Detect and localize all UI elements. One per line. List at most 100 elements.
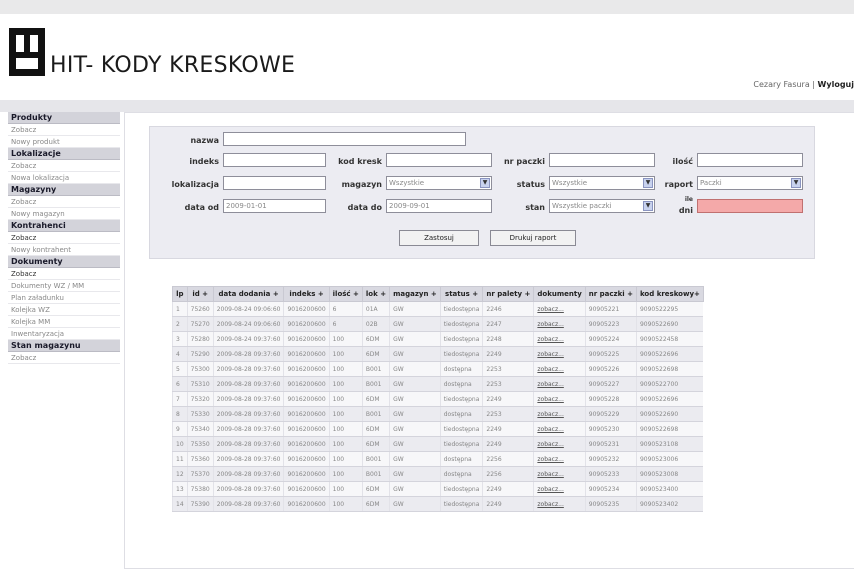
stan-label: stan bbox=[525, 203, 545, 212]
nazwa-input[interactable] bbox=[223, 132, 466, 146]
column-header[interactable]: indeks + bbox=[283, 286, 330, 302]
column-header[interactable]: kod kreskowy+ bbox=[635, 286, 704, 302]
kod-kreskowy-input[interactable] bbox=[386, 153, 492, 167]
column-header[interactable]: id + bbox=[186, 286, 214, 302]
table-cell: 6DM bbox=[361, 391, 390, 407]
sidebar-item[interactable]: Dokumenty WZ / MM bbox=[8, 280, 120, 292]
documents-link[interactable]: zobacz... bbox=[533, 361, 586, 377]
documents-link[interactable]: zobacz... bbox=[533, 436, 586, 452]
sidebar-item[interactable]: Zobacz bbox=[8, 268, 120, 280]
sidebar-section-header: Stan magazynu bbox=[8, 340, 120, 352]
print-report-button[interactable]: Drukuj raport bbox=[490, 230, 576, 246]
table-cell: 6DM bbox=[361, 481, 390, 497]
sidebar-item[interactable]: Inwentaryzacja bbox=[8, 328, 120, 340]
table-cell: 9090523400 bbox=[635, 481, 704, 497]
sidebar-item[interactable]: Zobacz bbox=[8, 196, 120, 208]
sidebar-item[interactable]: Kolejka WZ bbox=[8, 304, 120, 316]
data-do-input[interactable]: 2009-09-01 bbox=[386, 199, 492, 213]
documents-link[interactable]: zobacz... bbox=[533, 376, 586, 392]
documents-link[interactable]: zobacz... bbox=[533, 406, 586, 422]
table-cell: GW bbox=[389, 421, 441, 437]
table-row: 1 75260 2009-08-24 09:06:60 9016200600 6 01A G… bbox=[172, 301, 704, 317]
data-do-label: data do bbox=[347, 203, 382, 212]
lokalizacja-input[interactable] bbox=[223, 176, 326, 190]
status-select[interactable]: Wszystkie ▼ bbox=[549, 176, 655, 190]
documents-link[interactable]: zobacz... bbox=[533, 466, 586, 482]
documents-link[interactable]: zobacz... bbox=[533, 301, 586, 317]
table-cell: 6 bbox=[328, 301, 363, 317]
column-header[interactable]: lp bbox=[172, 286, 188, 302]
table-cell: 75290 bbox=[186, 346, 214, 362]
ilosc-input[interactable] bbox=[697, 153, 803, 167]
chevron-down-icon: ▼ bbox=[643, 201, 653, 211]
indeks-label: indeks bbox=[189, 157, 219, 166]
table-row: 10 75350 2009-08-28 09:37:60 9016200600 100 6… bbox=[172, 436, 704, 452]
table-cell: 2009-08-28 09:37:60 bbox=[212, 391, 284, 407]
documents-link[interactable]: zobacz... bbox=[533, 481, 586, 497]
documents-link[interactable]: zobacz... bbox=[533, 421, 586, 437]
sidebar-item[interactable]: Kolejka MM bbox=[8, 316, 120, 328]
table-cell: 75390 bbox=[186, 496, 214, 512]
sidebar-item[interactable]: Nowa lokalizacja bbox=[8, 172, 120, 184]
indeks-input[interactable] bbox=[223, 153, 326, 167]
table-cell: tiedostępna bbox=[439, 391, 483, 407]
sidebar-item[interactable]: Zobacz bbox=[8, 352, 120, 364]
sidebar-item[interactable]: Zobacz bbox=[8, 124, 120, 136]
table-cell: 90905225 bbox=[584, 346, 637, 362]
column-header[interactable]: ilość + bbox=[328, 286, 363, 302]
column-header[interactable]: nr paczki + bbox=[584, 286, 637, 302]
table-cell: 2249 bbox=[482, 496, 534, 512]
sidebar-item[interactable]: Nowy magazyn bbox=[8, 208, 120, 220]
sidebar-item[interactable]: Nowy produkt bbox=[8, 136, 120, 148]
table-cell: 9090523402 bbox=[635, 496, 704, 512]
table-row: 8 75330 2009-08-28 09:37:60 9016200600 100 B0… bbox=[172, 406, 704, 422]
raport-select[interactable]: Paczki ▼ bbox=[697, 176, 803, 190]
table-cell: 6 bbox=[172, 376, 188, 392]
table-cell: 2009-08-24 09:06:60 bbox=[212, 316, 284, 332]
table-cell: 75260 bbox=[186, 301, 214, 317]
sidebar-item[interactable]: Nowy kontrahent bbox=[8, 244, 120, 256]
table-cell: 5 bbox=[172, 361, 188, 377]
chevron-down-icon: ▼ bbox=[791, 178, 801, 188]
table-cell: 90905227 bbox=[584, 376, 637, 392]
table-cell: 2256 bbox=[482, 451, 534, 467]
table-cell: 90905221 bbox=[584, 301, 637, 317]
column-header[interactable]: lok + bbox=[361, 286, 391, 302]
table-cell: GW bbox=[389, 451, 441, 467]
nr-paczki-input[interactable] bbox=[549, 153, 655, 167]
dni-input[interactable] bbox=[697, 199, 803, 213]
magazyn-select[interactable]: Wszystkie ▼ bbox=[386, 176, 492, 190]
table-cell: 75270 bbox=[186, 316, 214, 332]
nr-paczki-label: nr paczki bbox=[503, 157, 545, 166]
table-cell: tiedostępna bbox=[439, 316, 483, 332]
table-cell: 9016200600 bbox=[283, 466, 330, 482]
column-header[interactable]: dokumenty bbox=[533, 286, 586, 302]
documents-link[interactable]: zobacz... bbox=[533, 496, 586, 512]
column-header[interactable]: status + bbox=[439, 286, 484, 302]
documents-link[interactable]: zobacz... bbox=[533, 346, 586, 362]
table-cell: 100 bbox=[328, 406, 363, 422]
table-cell: dostępna bbox=[439, 466, 483, 482]
data-od-input[interactable]: 2009-01-01 bbox=[223, 199, 326, 213]
documents-link[interactable]: zobacz... bbox=[533, 316, 586, 332]
logout-link[interactable]: Wyloguj bbox=[818, 80, 854, 89]
sidebar-item[interactable]: Plan załadunku bbox=[8, 292, 120, 304]
documents-link[interactable]: zobacz... bbox=[533, 331, 586, 347]
table-cell: 9016200600 bbox=[283, 496, 330, 512]
sidebar-item[interactable]: Zobacz bbox=[8, 160, 120, 172]
column-header[interactable]: nr palety + bbox=[482, 286, 535, 302]
table-cell: 100 bbox=[328, 376, 363, 392]
table-cell: 1 bbox=[172, 301, 188, 317]
stan-select[interactable]: Wszystkie paczki ▼ bbox=[549, 199, 655, 213]
table-cell: 6DM bbox=[361, 346, 390, 362]
table-cell: 2009-08-28 09:37:60 bbox=[212, 496, 284, 512]
table-cell: tiedostępna bbox=[439, 496, 483, 512]
search-button[interactable]: Zastosuj bbox=[399, 230, 479, 246]
sidebar-nav: Produkty Zobacz Nowy produkt Lokalizacje Zob… bbox=[8, 112, 120, 364]
table-cell: 75350 bbox=[186, 436, 214, 452]
column-header[interactable]: magazyn + bbox=[389, 286, 441, 302]
sidebar-item[interactable]: Zobacz bbox=[8, 232, 120, 244]
column-header[interactable]: data dodania + bbox=[212, 286, 285, 302]
documents-link[interactable]: zobacz... bbox=[533, 451, 586, 467]
documents-link[interactable]: zobacz... bbox=[533, 391, 586, 407]
